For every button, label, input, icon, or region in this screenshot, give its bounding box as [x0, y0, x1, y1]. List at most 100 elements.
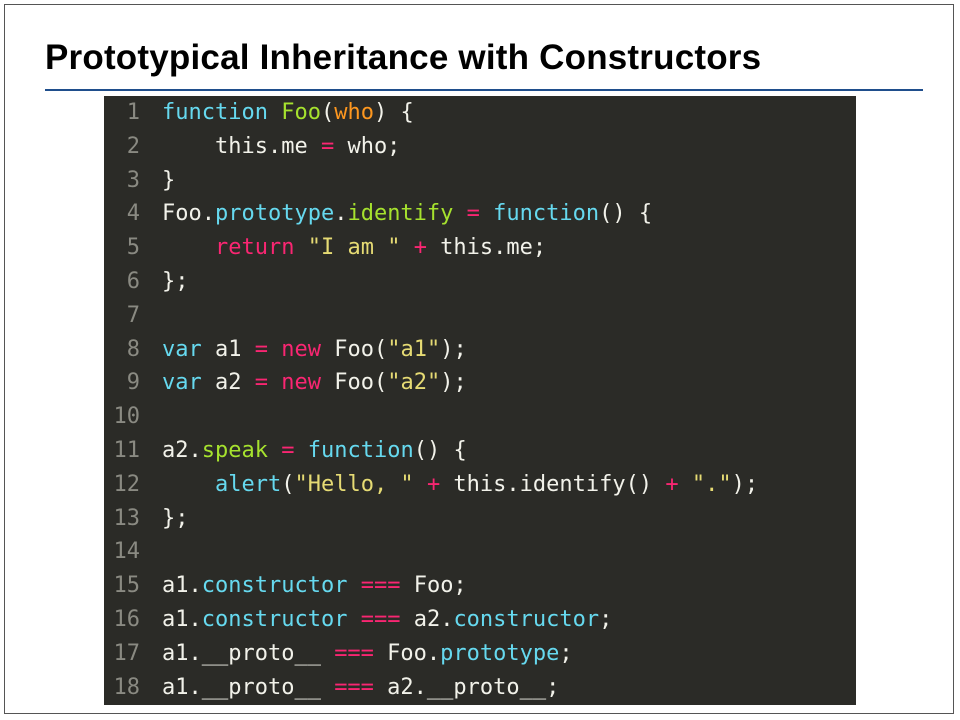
- code-token: (: [281, 471, 295, 497]
- code-line: 6};: [104, 265, 856, 299]
- code-token: "Hello, ": [294, 471, 414, 497]
- code-line: 7: [104, 299, 856, 333]
- line-number: 5: [126, 235, 140, 261]
- code-token: Foo: [281, 100, 321, 125]
- code-line: 17 a1.__proto__ === Foo.prototype;: [104, 637, 856, 671]
- code-token: return: [214, 235, 295, 261]
- code-token: };: [162, 269, 189, 294]
- slide-title: Prototypical Inheritance with Constructo…: [45, 38, 762, 77]
- line-code: a1.constructor === Foo;: [162, 569, 467, 603]
- code-token: ===: [360, 573, 401, 599]
- code-token: who: [334, 100, 374, 125]
- code-token: +: [426, 471, 441, 497]
- line-code: this.me = who;: [162, 130, 400, 164]
- line-number: 12: [113, 471, 141, 497]
- code-token: a2: [201, 370, 255, 396]
- code-token: Foo(: [320, 336, 388, 362]
- code-token: a2.__proto__;: [373, 674, 560, 700]
- code-line: 8 var a1 = new Foo("a1");: [104, 333, 856, 367]
- code-token: Foo(: [320, 370, 388, 396]
- code-token: a1.__proto__: [162, 640, 335, 666]
- code-token: speak: [201, 438, 268, 463]
- code-token: );: [731, 471, 759, 497]
- line-code: var a2 = new Foo("a2");: [162, 366, 467, 400]
- code-line: 15 a1.constructor === Foo;: [104, 569, 856, 603]
- code-token: function: [307, 438, 414, 463]
- line-code: alert("Hello, " + this.identify() + ".")…: [162, 468, 758, 502]
- code-token: ===: [334, 674, 374, 700]
- line-code: var a1 = new Foo("a1");: [162, 333, 467, 367]
- code-line: 1 function Foo(who) {: [104, 96, 856, 130]
- code-token: ;: [599, 607, 613, 632]
- code-token: +: [413, 235, 427, 261]
- code-token: this.me;: [426, 235, 547, 261]
- line-number: 18: [113, 674, 141, 700]
- line-number: 7: [126, 302, 140, 328]
- code-token: function: [162, 100, 268, 125]
- line-code: }: [162, 164, 175, 198]
- code-token: a2.: [400, 607, 454, 632]
- code-line: 5 return "I am " + this.me;: [104, 231, 856, 265]
- code-token: identify: [347, 201, 454, 227]
- line-number: 11: [113, 438, 141, 463]
- line-number: 4: [126, 201, 140, 227]
- code-token: () {: [599, 201, 653, 227]
- line-number: 17: [113, 640, 141, 666]
- code-token: var: [162, 336, 202, 362]
- line-code: };: [162, 265, 189, 299]
- code-token: Foo.: [162, 201, 215, 227]
- code-token: }: [162, 167, 176, 193]
- title-divider: [45, 89, 923, 91]
- code-token: new: [281, 336, 321, 362]
- code-token: =: [320, 133, 335, 159]
- code-token: function: [493, 201, 600, 227]
- code-token: a2.: [162, 438, 202, 463]
- line-code: };: [162, 502, 189, 536]
- line-number: 6: [126, 269, 140, 294]
- code-token: =: [281, 438, 295, 463]
- code-token: +: [665, 471, 679, 497]
- code-token: .: [334, 201, 348, 227]
- line-code: Foo.prototype.identify = function() {: [162, 197, 652, 231]
- line-number: 15: [113, 573, 141, 599]
- code-token: =: [466, 201, 480, 227]
- code-token: new: [281, 370, 321, 396]
- code-token: =: [254, 370, 268, 396]
- code-token: a1: [201, 336, 255, 362]
- line-number: 8: [126, 336, 140, 362]
- code-token: "a1": [387, 336, 441, 362]
- code-token: constructor: [453, 607, 600, 632]
- code-token: a1.__proto__: [162, 674, 335, 700]
- code-token: constructor: [201, 607, 348, 632]
- code-token: this.me: [162, 133, 321, 159]
- line-code: function Foo(who) {: [162, 96, 414, 130]
- line-code: a2.speak = function() {: [162, 434, 467, 468]
- line-number: 1: [126, 100, 140, 125]
- line-code: a1.constructor === a2.constructor;: [162, 603, 612, 637]
- code-token: ===: [360, 607, 401, 632]
- code-screenshot: 1 function Foo(who) {2 this.me = who; 3} 4 F…: [104, 96, 856, 705]
- code-token: Foo.: [373, 640, 441, 666]
- code-token: ) {: [373, 100, 414, 125]
- line-number: 9: [126, 370, 140, 396]
- line-number: 14: [113, 539, 141, 565]
- line-number: 3: [126, 167, 140, 193]
- code-token: =: [254, 336, 268, 362]
- code-line: 3}: [104, 164, 856, 198]
- line-number: 2: [126, 133, 140, 159]
- line-code: a1.__proto__ === a2.__proto__;: [162, 671, 559, 705]
- code-token: "I am ": [307, 235, 401, 261]
